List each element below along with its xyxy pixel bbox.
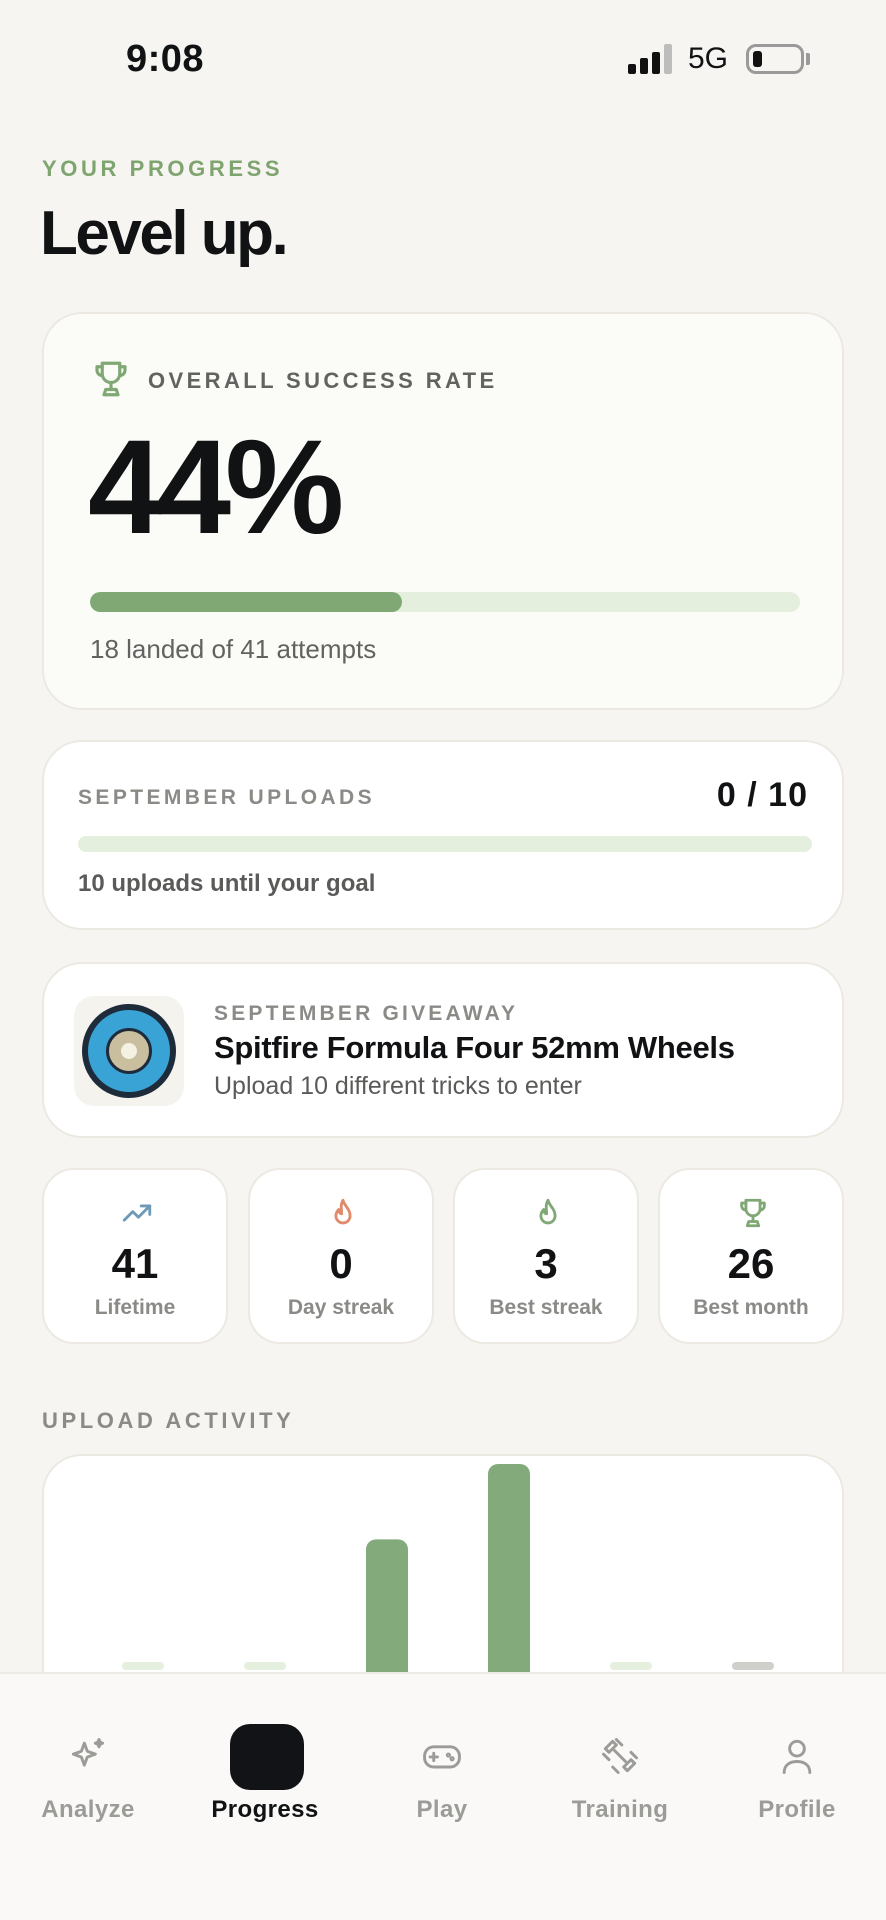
tab-label: Training: [571, 1796, 669, 1823]
stat-card-lifetime: 41 Lifetime: [42, 1168, 228, 1344]
activity-bar: [366, 1539, 408, 1690]
upload-activity-label: UPLOAD ACTIVITY: [42, 1408, 295, 1433]
stat-label: Lifetime: [94, 1296, 176, 1319]
trending-up-icon: [122, 1204, 152, 1222]
tab-analyze[interactable]: Analyze: [8, 1734, 168, 1844]
flame-icon: [334, 1198, 352, 1225]
signal-icon: [628, 44, 674, 74]
stat-card-best-streak: 3 Best streak: [453, 1168, 639, 1344]
stat-card-day-streak: 0 Day streak: [248, 1168, 434, 1344]
page-title: Level up.: [40, 199, 289, 268]
stat-value: 26: [727, 1240, 775, 1287]
page-eyebrow: YOUR PROGRESS: [42, 156, 284, 181]
gamepad-icon: [423, 1745, 461, 1769]
stat-value: 0: [329, 1240, 353, 1287]
flame-icon: [539, 1198, 557, 1225]
stat-label: Day streak: [287, 1296, 395, 1319]
tab-profile[interactable]: Profile: [717, 1734, 877, 1844]
stat-value: 3: [534, 1240, 558, 1287]
tab-bar: Analyze Progress Play Training Profile: [0, 1672, 886, 1920]
uploads-caption: 10 uploads until your goal: [78, 870, 376, 897]
success-rate-card: OVERALL SUCCESS RATE 44% 18 landed of 41…: [42, 312, 844, 710]
trophy-icon: [95, 361, 127, 397]
activity-bar: [244, 1662, 286, 1670]
dumbbell-icon: [602, 1738, 638, 1774]
giveaway-subtitle: Upload 10 different tricks to enter: [214, 1072, 582, 1100]
tab-training[interactable]: Training: [540, 1734, 700, 1844]
tab-play[interactable]: Play: [362, 1734, 522, 1844]
success-caption: 18 landed of 41 attempts: [90, 634, 377, 664]
network-label: 5G: [688, 42, 729, 75]
success-progress-bar: [90, 592, 800, 612]
trophy-icon: [740, 1198, 766, 1228]
stat-label: Best streak: [489, 1296, 603, 1319]
tab-label: Progress: [211, 1796, 319, 1823]
status-bar: 9:08 5G: [0, 0, 886, 120]
battery-icon: [746, 44, 804, 74]
success-rate-label: OVERALL SUCCESS RATE: [148, 368, 498, 393]
spitfire-wheel-image: [74, 996, 184, 1106]
giveaway-card[interactable]: SEPTEMBER GIVEAWAY Spitfire Formula Four…: [42, 962, 844, 1138]
stat-card-best-month: 26 Best month: [658, 1168, 844, 1344]
success-rate-value: 44%: [88, 413, 344, 562]
uploads-progress-bar: [78, 836, 812, 852]
giveaway-title: Spitfire Formula Four 52mm Wheels: [214, 1030, 735, 1065]
stat-label: Best month: [693, 1296, 809, 1319]
activity-bar: [732, 1662, 774, 1670]
tab-label: Profile: [758, 1796, 836, 1823]
progress-icon[interactable]: [230, 1724, 304, 1790]
success-progress-fill: [90, 592, 403, 612]
activity-bar: [122, 1662, 164, 1670]
tab-label: Analyze: [41, 1796, 135, 1823]
activity-bar: [610, 1662, 652, 1670]
activity-bar: [488, 1464, 530, 1690]
uploads-count: 0 / 10: [716, 776, 808, 814]
giveaway-label: SEPTEMBER GIVEAWAY: [214, 1002, 519, 1025]
uploads-goal-card[interactable]: SEPTEMBER UPLOADS 0 / 10 10 uploads unti…: [42, 740, 844, 930]
stat-value: 41: [111, 1240, 159, 1287]
status-time: 9:08: [126, 38, 205, 80]
person-icon: [782, 1739, 812, 1774]
uploads-label: SEPTEMBER UPLOADS: [78, 786, 375, 809]
sparkle-icon: [71, 1738, 105, 1767]
tab-label: Play: [416, 1796, 468, 1823]
